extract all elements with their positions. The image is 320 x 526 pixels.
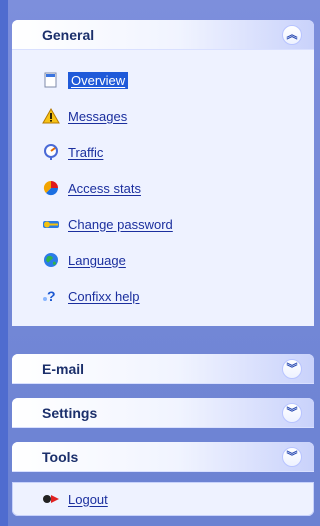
sidebar-item-label[interactable]: Language [68,253,126,268]
help-icon: ? [42,287,60,305]
logout-icon [42,490,60,508]
svg-text:?: ? [47,288,56,304]
speedometer-icon [42,143,60,161]
pie-chart-icon [42,179,60,197]
panel-header-general[interactable]: General ︽ [12,20,314,50]
sidebar-item-language[interactable]: Language [12,242,314,278]
warning-icon [42,107,60,125]
sidebar-item-label[interactable]: Access stats [68,181,141,196]
document-icon [42,71,60,89]
sidebar-item-access-stats[interactable]: Access stats [12,170,314,206]
panel-tools: Tools ︾ [12,442,314,472]
sidebar-item-traffic[interactable]: Traffic [12,134,314,170]
logout-link[interactable]: Logout [68,492,108,507]
sidebar-item-label[interactable]: Messages [68,109,127,124]
panel-title-tools: Tools [42,449,79,465]
panel-header-email[interactable]: E-mail ︾ [12,354,314,384]
panel-settings: Settings ︾ [12,398,314,428]
chevron-down-icon[interactable]: ︾ [282,447,302,467]
sidebar-edge [0,0,8,526]
sidebar-item-logout[interactable]: Logout [12,482,314,516]
panel-content-general: Overview Messages Traffic Access stats C… [12,50,314,326]
chevron-down-icon[interactable]: ︾ [282,359,302,379]
chevron-down-icon[interactable]: ︾ [282,403,302,423]
panel-header-settings[interactable]: Settings ︾ [12,398,314,428]
panel-title-settings: Settings [42,405,98,421]
sidebar-item-confixx-help[interactable]: ? Confixx help [12,278,314,314]
panel-title-email: E-mail [42,361,85,377]
sidebar-item-overview[interactable]: Overview [12,62,314,98]
sidebar-item-label[interactable]: Change password [68,217,173,232]
chevron-up-icon[interactable]: ︽ [282,25,302,45]
globe-icon [42,251,60,269]
panel-general: General ︽ Overview Messages Traffic Acce… [12,20,314,326]
panel-title-general: General [42,27,95,43]
panel-header-tools[interactable]: Tools ︾ [12,442,314,472]
panel-email: E-mail ︾ [12,354,314,384]
sidebar-item-label[interactable]: Confixx help [68,289,140,304]
sidebar-item-label[interactable]: Overview [68,71,129,89]
key-icon [42,215,60,233]
sidebar-item-label[interactable]: Traffic [68,145,103,160]
sidebar-item-messages[interactable]: Messages [12,98,314,134]
sidebar-item-change-password[interactable]: Change password [12,206,314,242]
